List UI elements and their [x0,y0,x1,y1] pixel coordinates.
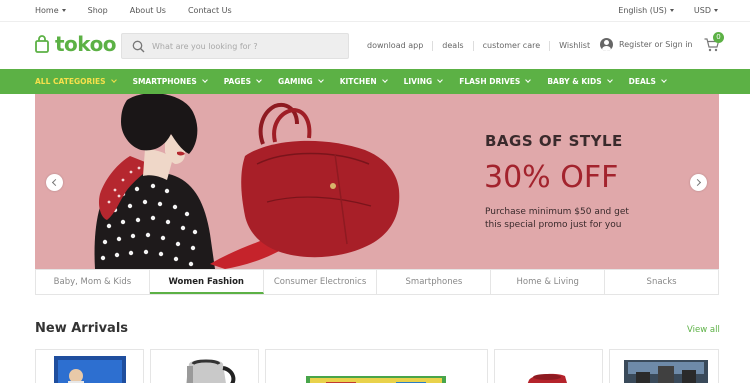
logo-text: tokoo [55,32,117,56]
nav-baby-kids[interactable]: BABY & KIDS [547,77,613,86]
nav-label: BABY & KIDS [547,77,602,86]
account-label: Register or Sign in [619,40,693,49]
tab-women-fashion[interactable]: Women Fashion [149,270,264,294]
nav-label: LIVING [403,77,433,86]
nav-label: KITCHEN [339,77,377,86]
deals-link[interactable]: deals [432,41,472,51]
top-bar-settings: English (US) USD [618,6,718,15]
wishlist-link[interactable]: Wishlist [549,41,599,51]
top-link-home[interactable]: Home [35,6,66,15]
product-card[interactable] [35,349,144,383]
top-link-about[interactable]: About Us [130,6,166,15]
main-nav: ALL CATEGORIES SMARTPHONES PAGES GAMING … [0,69,750,94]
nav-label: GAMING [278,77,313,86]
search-icon[interactable] [132,40,145,53]
currency-selector[interactable]: USD [694,6,718,15]
chevron-down-icon [437,77,444,83]
product-card[interactable] [609,349,719,383]
hero-heading: BAGS OF STYLE [485,132,623,150]
product-image [186,359,236,383]
tab-baby-mom-kids[interactable]: Baby, Mom & Kids [36,270,150,294]
tab-home-living[interactable]: Home & Living [491,270,606,294]
download-app-link[interactable]: download app [367,41,432,51]
product-card[interactable] [494,349,603,383]
nav-label: DEALS [628,77,656,86]
slider-next-button[interactable] [690,174,707,191]
nav-label: ALL CATEGORIES [35,77,106,86]
product-image [527,373,567,383]
hero-offer: 30% OFF [484,160,619,195]
nav-smartphones[interactable]: SMARTPHONES [132,77,208,86]
product-card[interactable] [265,349,488,383]
top-bar-links: Home Shop About Us Contact Us [35,6,254,15]
search-input[interactable] [152,38,342,55]
top-bar: Home Shop About Us Contact Us English (U… [0,0,750,22]
chevron-down-icon [317,77,324,83]
tab-consumer-electronics[interactable]: Consumer Electronics [264,270,378,294]
nav-kitchen[interactable]: KITCHEN [339,77,388,86]
account-link[interactable]: Register or Sign in [600,38,693,51]
nav-label: FLASH DRIVES [459,77,521,86]
cart-count-badge: 0 [713,32,724,43]
user-icon [600,38,613,51]
category-tabs: Baby, Mom & Kids Women Fashion Consumer … [35,269,719,295]
chevron-down-icon [201,77,208,83]
nav-gaming[interactable]: GAMING [278,77,324,86]
search-box [121,33,349,59]
hero-description: Purchase minimum $50 and get this specia… [485,207,629,230]
product-image [624,360,708,383]
top-link-shop[interactable]: Shop [88,6,108,15]
top-link-contact[interactable]: Contact Us [188,6,232,15]
logo[interactable]: tokoo [35,32,117,56]
view-all-link[interactable]: View all [687,325,720,335]
nav-all-categories[interactable]: ALL CATEGORIES [35,77,117,86]
chevron-down-icon [381,77,388,83]
hero-banner[interactable]: BAGS OF STYLE 30% OFF Purchase minimum $… [35,94,719,269]
nav-living[interactable]: LIVING [403,77,444,86]
cart-button[interactable]: 0 [704,32,724,52]
chevron-down-icon [606,77,613,83]
site-header: tokoo download app deals customer care W… [0,22,750,70]
nav-label: SMARTPHONES [132,77,197,86]
shopping-bag-icon [35,35,49,53]
nav-pages[interactable]: PAGES [223,77,262,86]
nav-label: PAGES [223,77,252,86]
product-image [306,376,446,383]
tab-snacks[interactable]: Snacks [605,270,718,294]
nav-deals[interactable]: DEALS [628,77,667,86]
header-links: download app deals customer care Wishlis… [367,41,599,51]
chevron-down-icon [525,77,532,83]
tab-smartphones[interactable]: Smartphones [377,270,492,294]
slider-prev-button[interactable] [46,174,63,191]
language-selector[interactable]: English (US) [618,6,674,15]
section-title: New Arrivals [35,321,129,336]
customer-care-link[interactable]: customer care [472,41,550,51]
product-card[interactable] [150,349,259,383]
chevron-down-icon [110,77,117,83]
product-image [54,356,126,383]
chevron-down-icon [256,77,262,83]
hero-image [94,94,400,269]
product-row [35,349,719,383]
chevron-down-icon [661,77,667,83]
nav-flash-drives[interactable]: FLASH DRIVES [459,77,532,86]
